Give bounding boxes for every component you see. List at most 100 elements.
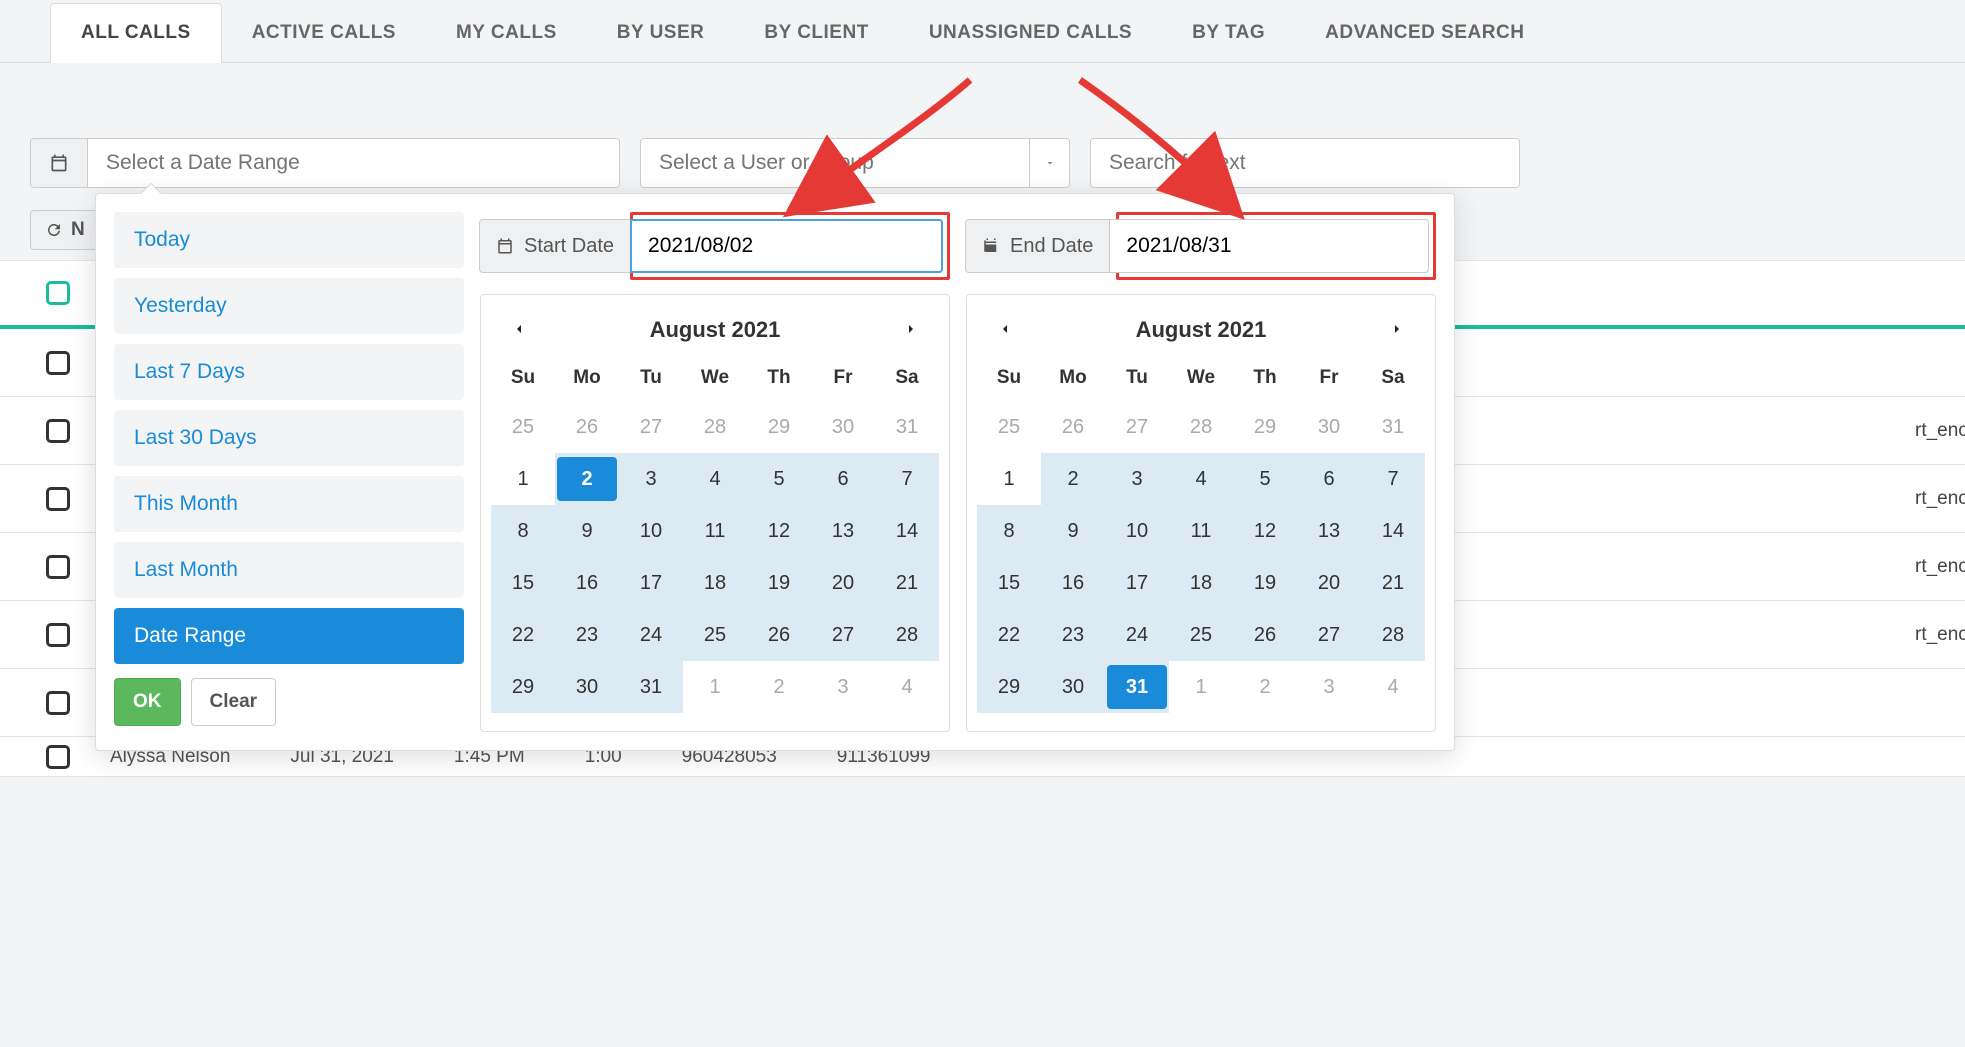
calendar-day[interactable]: 1: [683, 661, 747, 713]
next-month-button[interactable]: [1379, 313, 1415, 347]
tab-by-client[interactable]: BY CLIENT: [734, 4, 898, 62]
calendar-day[interactable]: 17: [1105, 557, 1169, 609]
prev-month-button[interactable]: [987, 313, 1023, 347]
calendar-day[interactable]: 20: [811, 557, 875, 609]
date-range-input-group[interactable]: [30, 138, 620, 188]
row-checkbox[interactable]: [46, 745, 70, 769]
calendar-day[interactable]: 4: [1361, 661, 1425, 713]
calendar-day[interactable]: 29: [1233, 401, 1297, 453]
calendar-day[interactable]: 7: [1361, 453, 1425, 505]
date-range-input[interactable]: [88, 139, 619, 187]
calendar-day[interactable]: 29: [491, 661, 555, 713]
row-checkbox[interactable]: [46, 419, 70, 443]
calendar-day[interactable]: 27: [1105, 401, 1169, 453]
calendar-day[interactable]: 4: [875, 661, 939, 713]
calendar-day[interactable]: 29: [747, 401, 811, 453]
chevron-down-icon[interactable]: [1029, 139, 1069, 187]
calendar-day[interactable]: 7: [875, 453, 939, 505]
calendar-grid[interactable]: SuMoTuWeThFrSa25262728293031123456789101…: [977, 359, 1425, 713]
prev-month-button[interactable]: [501, 313, 537, 347]
calendar-day[interactable]: 28: [1361, 609, 1425, 661]
ok-button[interactable]: OK: [114, 678, 181, 726]
calendar-day[interactable]: 29: [977, 661, 1041, 713]
row-checkbox[interactable]: [46, 555, 70, 579]
calendar-day[interactable]: 15: [977, 557, 1041, 609]
calendar-day[interactable]: 2: [747, 661, 811, 713]
calendar-day[interactable]: 18: [1169, 557, 1233, 609]
calendar-day[interactable]: 28: [1169, 401, 1233, 453]
calendar-day[interactable]: 26: [747, 609, 811, 661]
calendar-day[interactable]: 31: [875, 401, 939, 453]
row-checkbox[interactable]: [46, 691, 70, 715]
calendar-day[interactable]: 30: [555, 661, 619, 713]
tab-by-tag[interactable]: BY TAG: [1162, 4, 1295, 62]
calendar-day[interactable]: 4: [683, 453, 747, 505]
calendar-day[interactable]: 21: [875, 557, 939, 609]
calendar-day[interactable]: 31: [619, 661, 683, 713]
calendar-day[interactable]: 19: [747, 557, 811, 609]
calendar-day[interactable]: 8: [977, 505, 1041, 557]
calendar-day[interactable]: 3: [811, 661, 875, 713]
calendar-day[interactable]: 3: [1297, 661, 1361, 713]
calendar-day[interactable]: 27: [1297, 609, 1361, 661]
calendar-day[interactable]: 1: [977, 453, 1041, 505]
calendar-day[interactable]: 3: [1105, 453, 1169, 505]
calendar-day[interactable]: 2: [1041, 453, 1105, 505]
calendar-day[interactable]: 17: [619, 557, 683, 609]
calendar-day[interactable]: 25: [1169, 609, 1233, 661]
user-group-input[interactable]: [641, 139, 1029, 187]
tab-my-calls[interactable]: MY CALLS: [426, 4, 587, 62]
start-date-input-group[interactable]: Start Date: [479, 219, 943, 273]
tab-all-calls[interactable]: ALL CALLS: [50, 3, 222, 63]
next-month-button[interactable]: [893, 313, 929, 347]
row-checkbox[interactable]: [46, 487, 70, 511]
calendar-day[interactable]: 18: [683, 557, 747, 609]
calendar-day[interactable]: 20: [1297, 557, 1361, 609]
calendar-day[interactable]: 9: [1041, 505, 1105, 557]
calendar-day[interactable]: 10: [619, 505, 683, 557]
calendar-day[interactable]: 26: [1041, 401, 1105, 453]
calendar-day[interactable]: 5: [747, 453, 811, 505]
calendar-day[interactable]: 6: [1297, 453, 1361, 505]
calendar-day[interactable]: 16: [1041, 557, 1105, 609]
calendar-day[interactable]: 25: [683, 609, 747, 661]
tab-active-calls[interactable]: ACTIVE CALLS: [222, 4, 426, 62]
calendar-day[interactable]: 8: [491, 505, 555, 557]
calendar-day[interactable]: 30: [811, 401, 875, 453]
calendar-day[interactable]: 10: [1105, 505, 1169, 557]
calendar-day[interactable]: 2: [1233, 661, 1297, 713]
refresh-button[interactable]: N: [30, 210, 100, 250]
calendar-day[interactable]: 24: [619, 609, 683, 661]
preset-date-range[interactable]: Date Range: [114, 608, 464, 664]
calendar-day[interactable]: 21: [1361, 557, 1425, 609]
search-text-group[interactable]: [1090, 138, 1520, 188]
clear-button[interactable]: Clear: [191, 678, 277, 726]
calendar-day[interactable]: 25: [491, 401, 555, 453]
calendar-day[interactable]: 12: [747, 505, 811, 557]
calendar-day[interactable]: 11: [1169, 505, 1233, 557]
select-all-checkbox[interactable]: [46, 281, 70, 305]
tab-by-user[interactable]: BY USER: [587, 4, 735, 62]
calendar-day[interactable]: 26: [1233, 609, 1297, 661]
calendar-day[interactable]: 30: [1297, 401, 1361, 453]
calendar-day[interactable]: 6: [811, 453, 875, 505]
calendar-day[interactable]: 26: [555, 401, 619, 453]
calendar-day[interactable]: 23: [555, 609, 619, 661]
calendar-day[interactable]: 23: [1041, 609, 1105, 661]
calendar-day[interactable]: 14: [1361, 505, 1425, 557]
calendar-day[interactable]: 13: [1297, 505, 1361, 557]
user-group-select[interactable]: [640, 138, 1070, 188]
preset-this-month[interactable]: This Month: [114, 476, 464, 532]
calendar-day[interactable]: 24: [1105, 609, 1169, 661]
calendar-day[interactable]: 25: [977, 401, 1041, 453]
end-date-input-group[interactable]: End Date: [965, 219, 1429, 273]
calendar-day[interactable]: 19: [1233, 557, 1297, 609]
calendar-day[interactable]: 16: [555, 557, 619, 609]
calendar-day[interactable]: 1: [491, 453, 555, 505]
preset-last-7-days[interactable]: Last 7 Days: [114, 344, 464, 400]
preset-today[interactable]: Today: [114, 212, 464, 268]
end-date-input[interactable]: [1109, 219, 1429, 273]
preset-last-30-days[interactable]: Last 30 Days: [114, 410, 464, 466]
preset-last-month[interactable]: Last Month: [114, 542, 464, 598]
calendar-day[interactable]: 28: [875, 609, 939, 661]
